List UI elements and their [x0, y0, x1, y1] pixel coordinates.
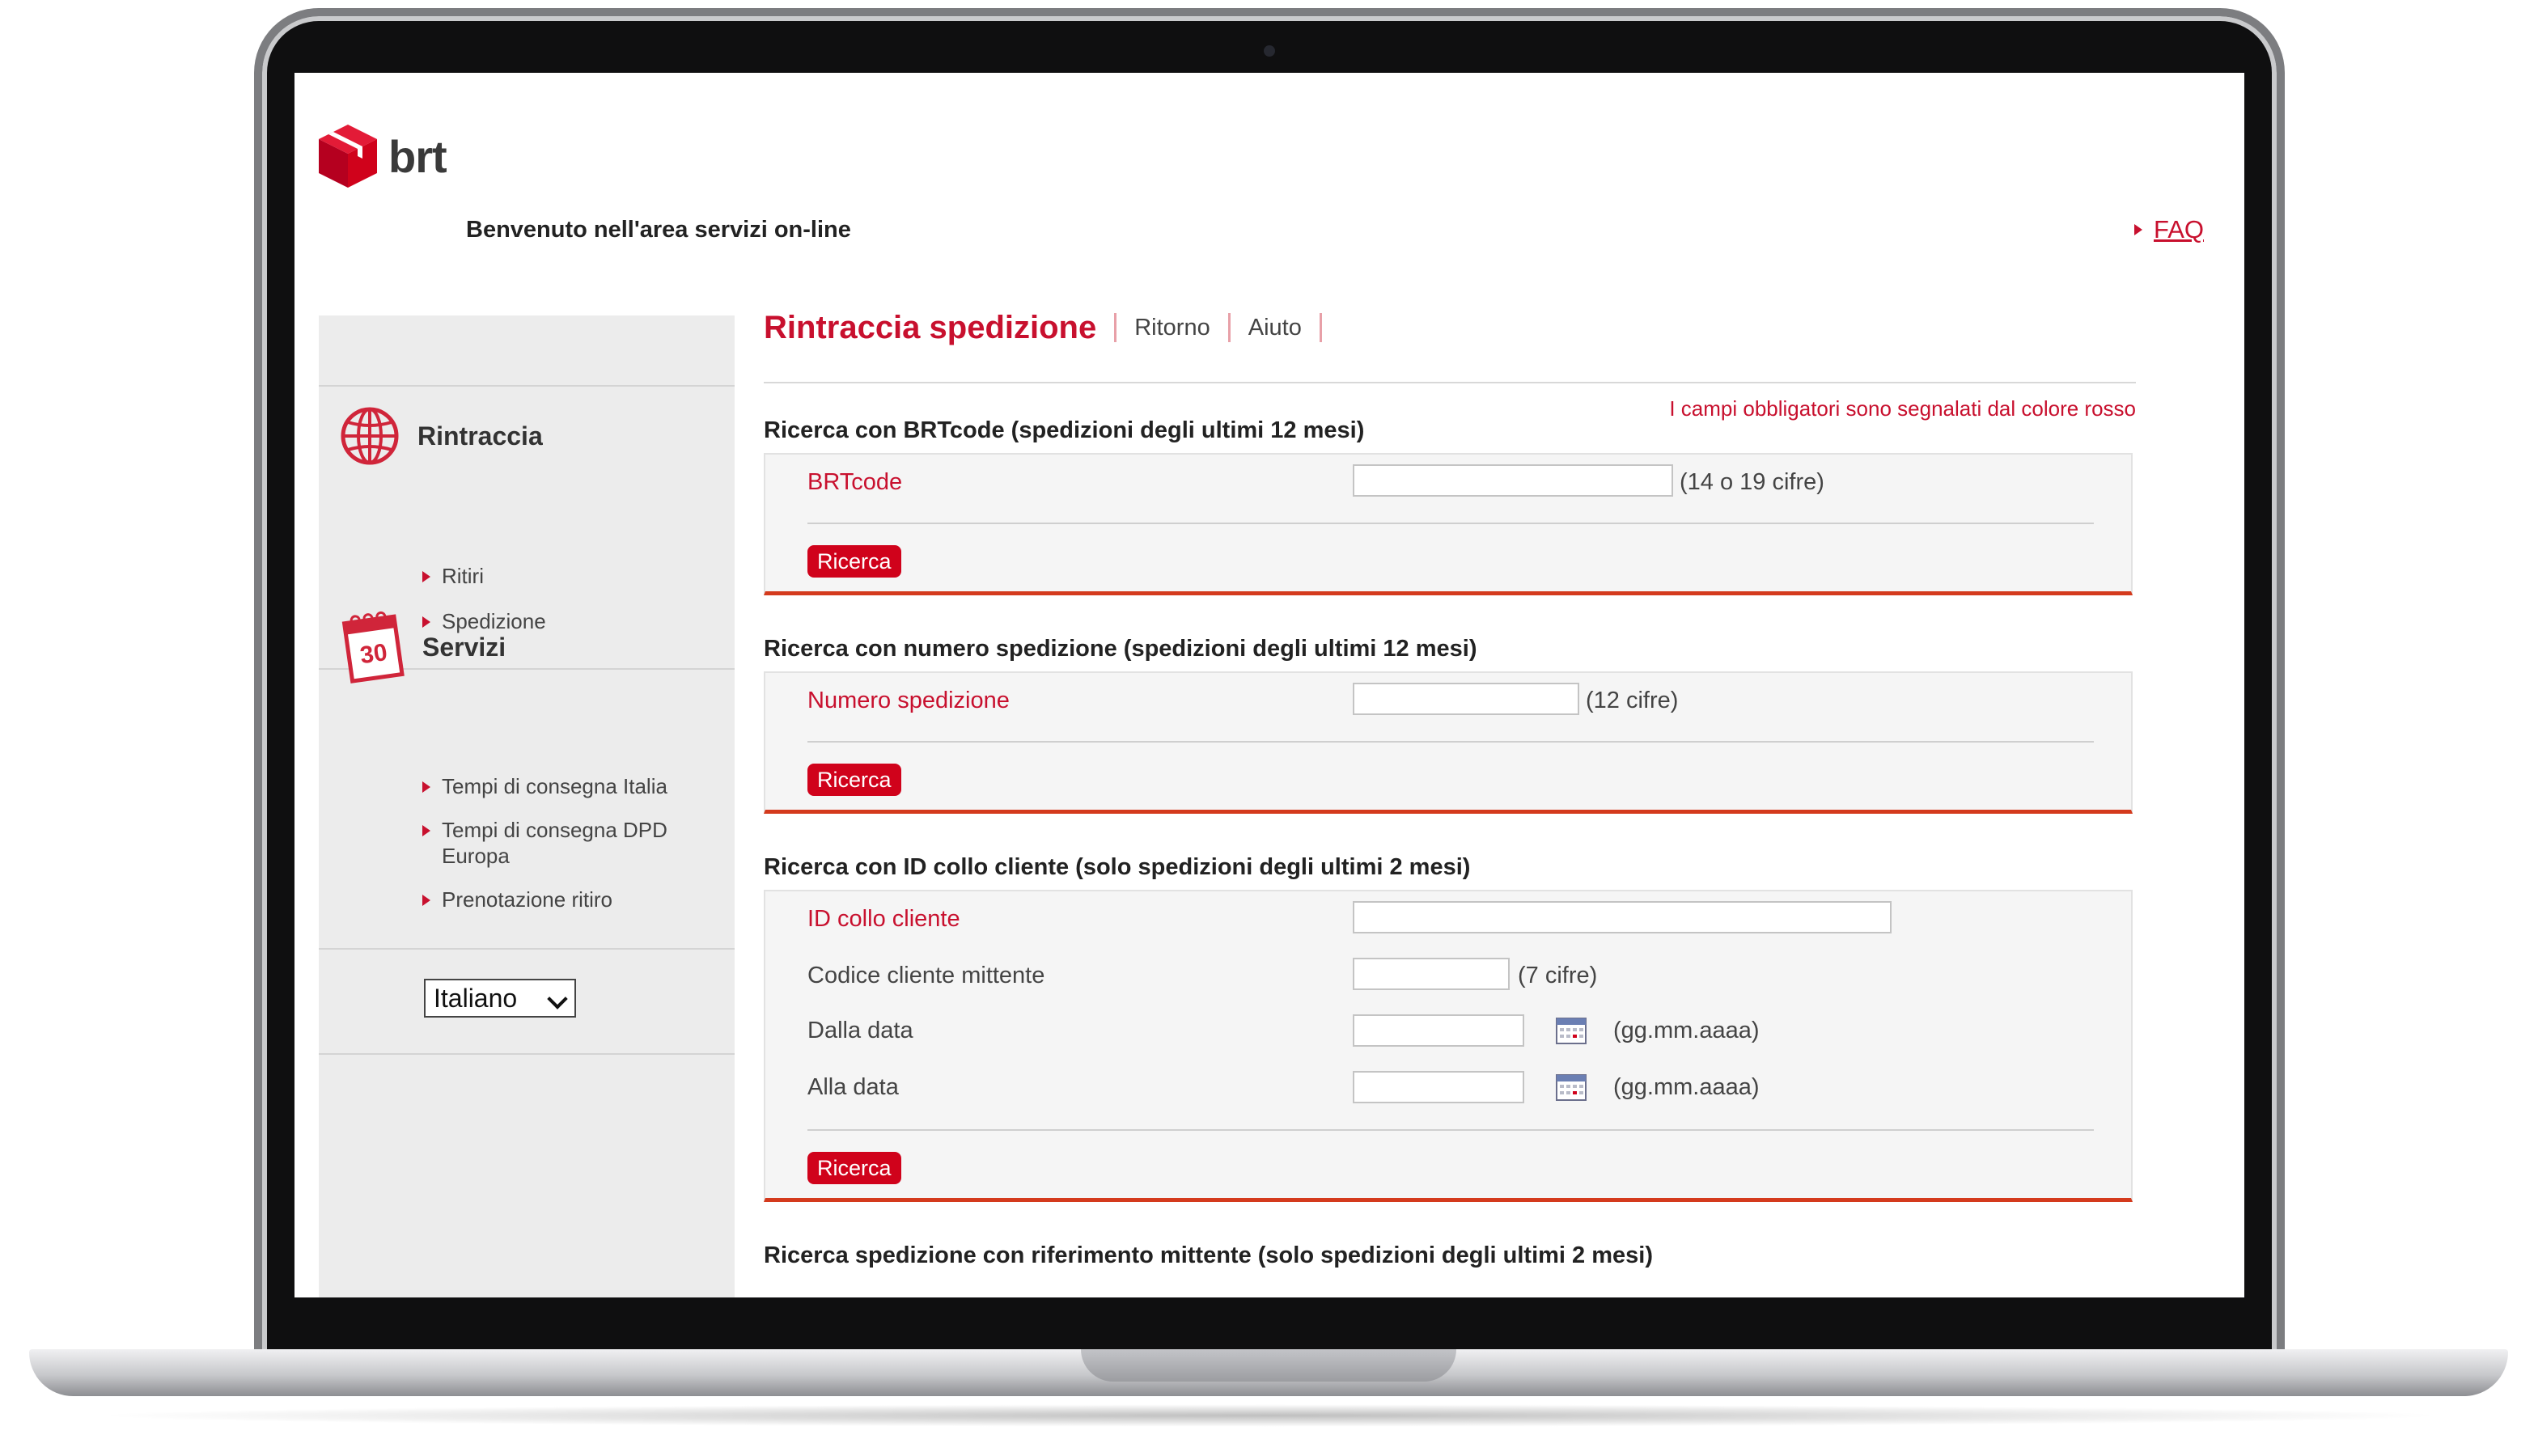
sidebar-divider — [319, 1053, 735, 1055]
section-title-brtcode: Ricerca con BRTcode (spedizioni degli ul… — [764, 417, 1365, 443]
id-collo-label: ID collo cliente — [807, 906, 960, 932]
dalla-data-label: Dalla data — [807, 1018, 913, 1043]
calendar-icon: 30 — [341, 611, 405, 684]
webcam — [1264, 45, 1275, 57]
sidebar-item-label: Prenotazione ritiro — [442, 887, 612, 912]
sidebar-divider — [319, 385, 735, 387]
dalla-data-input[interactable] — [1353, 1014, 1524, 1047]
panel-divider — [807, 1129, 2094, 1131]
codice-cliente-hint: (7 cifre) — [1518, 963, 1598, 988]
sidebar-item-tempi-italia[interactable]: Tempi di consegna Italia — [422, 773, 667, 799]
calendar-picker-icon[interactable] — [1555, 1016, 1587, 1045]
title-row: Rintraccia spedizione Ritorno Aiuto — [764, 307, 1340, 348]
bullet-icon — [422, 571, 430, 582]
chevron-down-icon — [547, 988, 568, 1009]
sidebar-divider — [319, 948, 735, 950]
sidebar-heading-rintraccia: Rintraccia — [340, 406, 543, 466]
section-title-riferimento-mittente: Ricerca spedizione con riferimento mitte… — [764, 1242, 1653, 1268]
panel-divider — [807, 741, 2094, 743]
sidebar-item-label: Ritiri — [442, 564, 484, 588]
alla-data-label: Alla data — [807, 1074, 899, 1100]
codice-cliente-input[interactable] — [1353, 958, 1510, 990]
sidebar: Rintraccia Ritiri Spedizione 30 Servizi … — [319, 315, 735, 1297]
tab-separator — [1227, 313, 1231, 342]
globe-icon — [341, 407, 399, 465]
tab-ritorno[interactable]: Ritorno — [1134, 315, 1210, 341]
panel-numero-spedizione: Numero spedizione (12 cifre) Ricerca — [764, 671, 2133, 814]
sidebar-item-label: Tempi di consegna Italia — [442, 774, 667, 798]
brtcode-hint: (14 o 19 cifre) — [1680, 469, 1824, 495]
panel-brtcode: BRTcode (14 o 19 cifre) Ricerca — [764, 453, 2133, 595]
sidebar-heading-label: Servizi — [422, 632, 506, 662]
tab-separator — [1319, 313, 1322, 342]
brtcode-input[interactable] — [1353, 464, 1673, 497]
bullet-icon — [422, 825, 430, 836]
cube-logo-icon — [319, 125, 377, 188]
ricerca-brtcode-button[interactable]: Ricerca — [807, 545, 901, 578]
brtcode-label: BRTcode — [807, 469, 903, 495]
faq-link[interactable]: FAQ — [2133, 215, 2204, 244]
tab-separator — [1114, 313, 1117, 342]
sidebar-item-tempi-dpd-europa[interactable]: Tempi di consegna DPD Europa — [422, 817, 697, 869]
svg-text:30: 30 — [358, 639, 389, 669]
faq-label: FAQ — [2153, 215, 2204, 243]
dalla-data-hint: (gg.mm.aaaa) — [1613, 1018, 1760, 1043]
tab-aiuto[interactable]: Aiuto — [1248, 315, 1302, 341]
logo-text: brt — [388, 130, 447, 182]
calendar-picker-icon[interactable] — [1555, 1073, 1587, 1102]
alla-data-hint: (gg.mm.aaaa) — [1613, 1074, 1760, 1100]
brt-logo[interactable]: brt — [317, 123, 447, 189]
bullet-icon — [2133, 224, 2142, 235]
laptop-notch — [1081, 1349, 1456, 1382]
title-divider — [764, 382, 2136, 383]
section-title-numero-spedizione: Ricerca con numero spedizione (spedizion… — [764, 636, 1477, 662]
panel-divider — [807, 523, 2094, 524]
numero-spedizione-input[interactable] — [1353, 683, 1579, 715]
sidebar-item-ritiri[interactable]: Ritiri — [422, 563, 484, 589]
ricerca-id-collo-button[interactable]: Ricerca — [807, 1152, 901, 1184]
sidebar-heading-label: Rintraccia — [417, 421, 543, 451]
numero-spedizione-label: Numero spedizione — [807, 688, 1010, 713]
bullet-icon — [422, 781, 430, 793]
browser-viewport: brt Benvenuto nell'area servizi on-line … — [294, 73, 2244, 1297]
section-title-id-collo: Ricerca con ID collo cliente (solo spedi… — [764, 854, 1471, 880]
id-collo-input[interactable] — [1353, 901, 1892, 933]
ricerca-numero-button[interactable]: Ricerca — [807, 764, 901, 796]
mandatory-note: I campi obbligatori sono segnalati dal c… — [1669, 396, 2136, 421]
sidebar-item-label: Tempi di consegna DPD Europa — [442, 818, 667, 868]
laptop-shadow — [89, 1404, 2451, 1427]
sidebar-item-prenotazione-ritiro[interactable]: Prenotazione ritiro — [422, 887, 612, 912]
language-selected: Italiano — [434, 983, 518, 1013]
welcome-text: Benvenuto nell'area servizi on-line — [466, 217, 851, 243]
bullet-icon — [422, 895, 430, 906]
page-title: Rintraccia spedizione — [764, 309, 1097, 345]
numero-spedizione-hint: (12 cifre) — [1586, 688, 1679, 713]
panel-id-collo: ID collo cliente Codice cliente mittente… — [764, 890, 2133, 1202]
sidebar-heading-servizi: 30 Servizi — [341, 608, 506, 686]
alla-data-input[interactable] — [1353, 1071, 1524, 1103]
language-select[interactable]: Italiano — [424, 979, 576, 1018]
codice-cliente-label: Codice cliente mittente — [807, 963, 1045, 988]
